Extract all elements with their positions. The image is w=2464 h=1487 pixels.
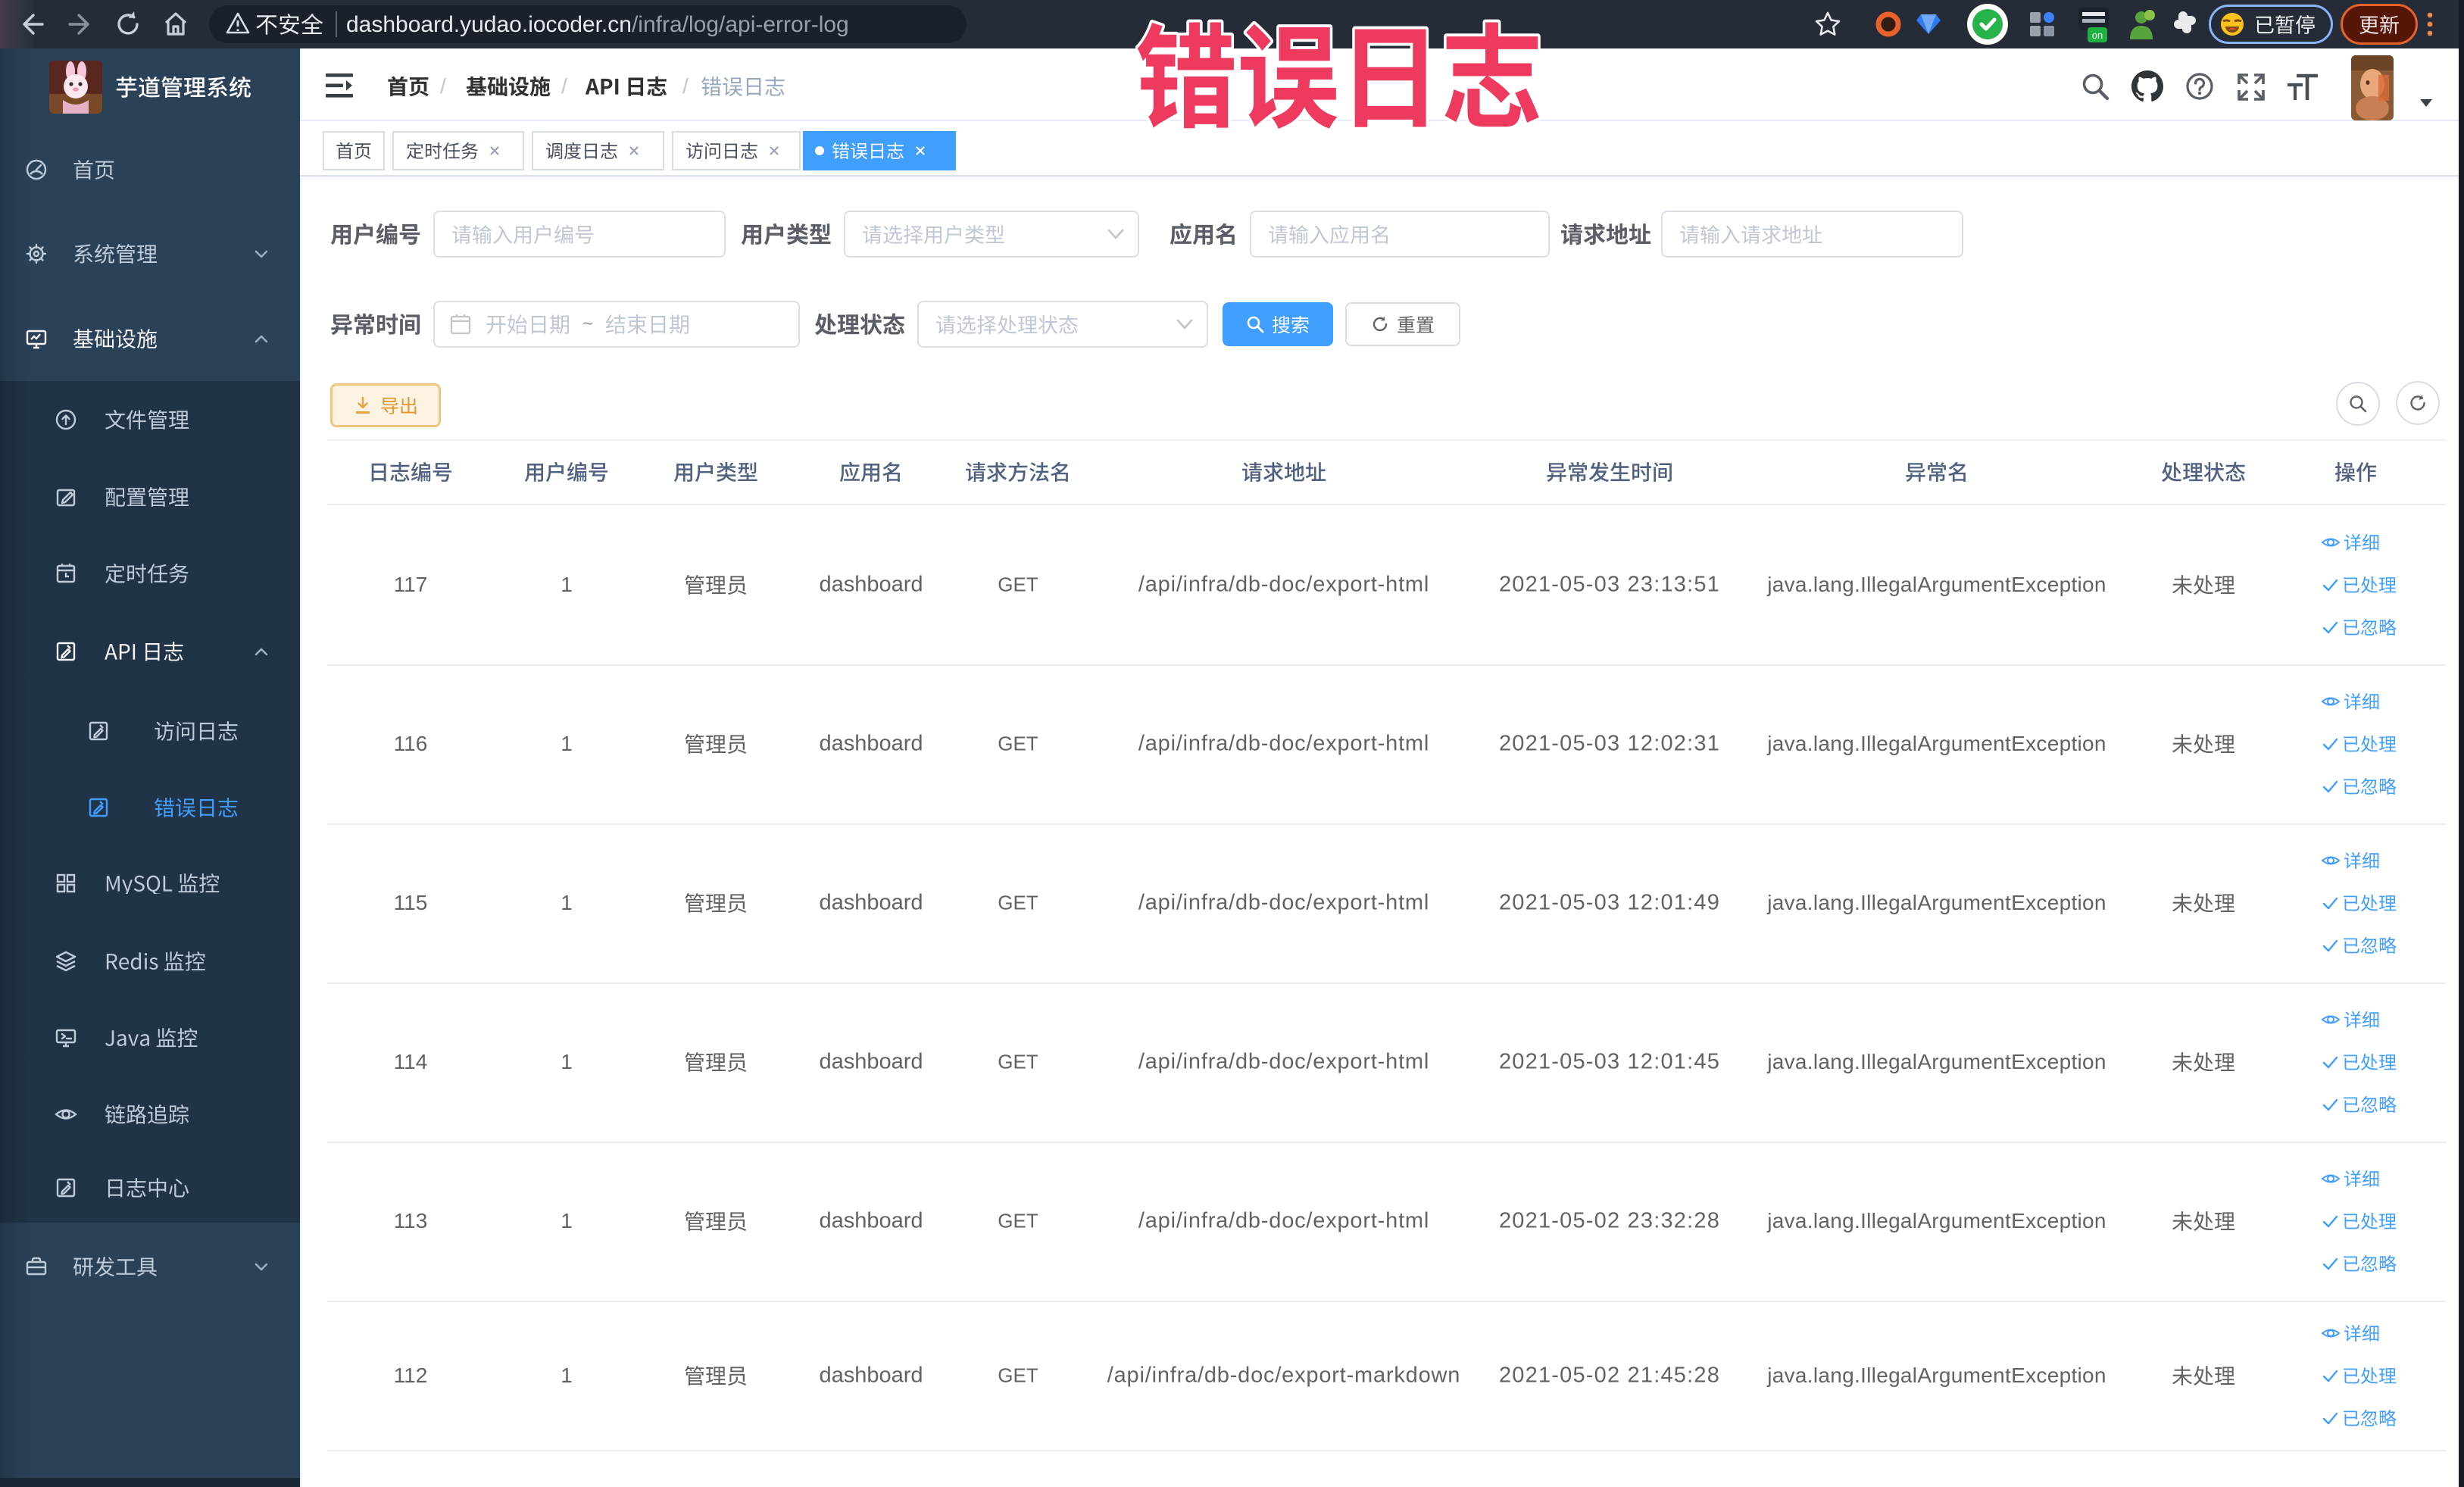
svg-text:on: on <box>2092 30 2103 41</box>
